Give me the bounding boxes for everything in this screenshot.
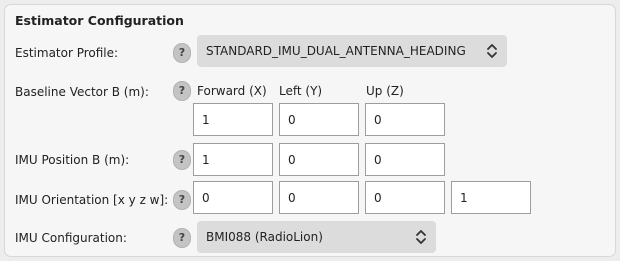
chevron-up-down-icon bbox=[487, 44, 497, 58]
imu-configuration-label: IMU Configuration: bbox=[15, 231, 127, 245]
imu-orientation-label: IMU Orientation [x y z w]: bbox=[15, 193, 169, 207]
section-title: Estimator Configuration bbox=[15, 13, 184, 28]
imu-orientation-y-field[interactable] bbox=[279, 181, 359, 214]
imu-position-z-field[interactable] bbox=[365, 143, 445, 176]
imu-configuration-value: BMI088 (RadioLion) bbox=[206, 230, 323, 244]
imu-orientation-x-field[interactable] bbox=[193, 181, 273, 214]
imu-orientation-help-button[interactable]: ? bbox=[173, 190, 191, 210]
estimator-profile-select[interactable]: STANDARD_IMU_DUAL_ANTENNA_HEADING bbox=[197, 35, 507, 67]
imu-configuration-select[interactable]: BMI088 (RadioLion) bbox=[197, 221, 436, 253]
imu-position-x-field[interactable] bbox=[193, 143, 273, 176]
imu-orientation-w-field[interactable] bbox=[451, 181, 531, 214]
imu-orientation-z-field[interactable] bbox=[365, 181, 445, 214]
baseline-z-field[interactable] bbox=[365, 103, 445, 136]
imu-configuration-help-button[interactable]: ? bbox=[173, 228, 191, 248]
estimator-configuration-panel: Estimator Configuration Estimator Profil… bbox=[4, 4, 616, 257]
col-header-forward-x: Forward (X) bbox=[197, 84, 267, 98]
estimator-profile-label: Estimator Profile: bbox=[15, 46, 119, 60]
imu-position-y-field[interactable] bbox=[279, 143, 359, 176]
baseline-vector-help-button[interactable]: ? bbox=[173, 81, 191, 101]
col-header-left-y: Left (Y) bbox=[279, 84, 323, 98]
estimator-profile-help-button[interactable]: ? bbox=[173, 43, 191, 63]
estimator-profile-value: STANDARD_IMU_DUAL_ANTENNA_HEADING bbox=[206, 44, 466, 58]
chevron-up-down-icon bbox=[416, 230, 426, 244]
baseline-vector-label: Baseline Vector B (m): bbox=[15, 85, 149, 99]
imu-position-label: IMU Position B (m): bbox=[15, 153, 130, 167]
col-header-up-z: Up (Z) bbox=[366, 84, 404, 98]
baseline-y-field[interactable] bbox=[279, 103, 359, 136]
imu-position-help-button[interactable]: ? bbox=[173, 150, 191, 170]
baseline-x-field[interactable] bbox=[193, 103, 273, 136]
